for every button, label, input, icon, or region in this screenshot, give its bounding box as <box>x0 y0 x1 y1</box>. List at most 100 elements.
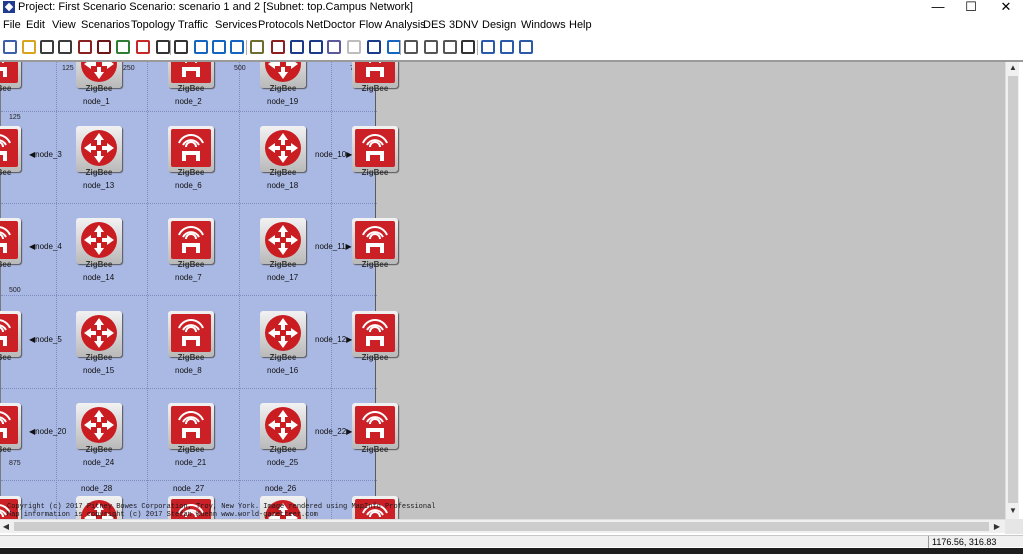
project-canvas[interactable]: 125 250 500 750 125 500 875 ZigBeenode_1… <box>0 62 435 519</box>
vertical-scrollbar[interactable]: ▲ ▼ <box>1005 62 1019 519</box>
subnet-icon[interactable] <box>327 40 341 54</box>
menu-flow-analysis[interactable]: Flow Analysis <box>359 19 426 31</box>
scale-label: 125 <box>62 65 74 72</box>
node-label: node_17 <box>267 273 299 282</box>
menu-traffic[interactable]: Traffic <box>178 19 208 31</box>
zigbee-router-node-17[interactable]: ZigBee <box>260 218 306 272</box>
scroll-right-arrow-icon[interactable]: ▶ <box>991 520 1003 533</box>
horizontal-scrollbar[interactable]: ◀ ▶ <box>0 519 1005 533</box>
import-ace-icon[interactable] <box>194 40 208 54</box>
check-links-icon[interactable] <box>97 40 111 54</box>
scroll-left-arrow-icon[interactable]: ◀ <box>0 520 12 533</box>
menu-file[interactable]: File <box>3 19 21 31</box>
zigbee-coordinator-edge-4[interactable]: ZigBee <box>0 403 21 457</box>
zigbee-coordinator-node-6[interactable]: ZigBee <box>168 126 214 180</box>
menu-design[interactable]: Design <box>482 19 516 31</box>
disabled-icon[interactable] <box>347 40 361 54</box>
open-icon[interactable] <box>22 40 36 54</box>
device-type-label: ZigBee <box>361 84 389 93</box>
menu-windows[interactable]: Windows <box>521 19 566 31</box>
new-project-icon[interactable] <box>3 40 17 54</box>
topology-icon[interactable] <box>309 40 323 54</box>
zoom-in-icon[interactable] <box>156 40 170 54</box>
device-type-label: ZigBee <box>177 84 205 93</box>
text-icon[interactable] <box>481 40 495 54</box>
zigbee-coordinator-edge-2[interactable]: ZigBee <box>0 218 21 272</box>
zigbee-coordinator-node-21[interactable]: ZigBee <box>168 403 214 457</box>
fail-node-icon[interactable] <box>116 40 130 54</box>
zigbee-router-node-19[interactable]: ZigBee <box>260 62 306 96</box>
menu-des[interactable]: DES <box>423 19 446 31</box>
device-type-label: ZigBee <box>0 84 12 93</box>
zigbee-coordinator-edge-1[interactable]: ZigBee <box>0 126 21 180</box>
node-label: node_2 <box>175 97 202 106</box>
run-des-icon[interactable] <box>250 40 264 54</box>
zigbee-coordinator-node-22[interactable]: ZigBee <box>352 403 398 457</box>
zoom-out-icon[interactable] <box>174 40 188 54</box>
device-type-label: ZigBee <box>177 168 205 177</box>
zigbee-router-node-16[interactable]: ZigBee <box>260 311 306 365</box>
menu-services[interactable]: Services <box>215 19 257 31</box>
maximize-button[interactable]: ☐ <box>956 0 986 15</box>
menu-bar: File Edit View Scenarios Topology Traffi… <box>0 18 1023 34</box>
menu-netdoctor[interactable]: NetDoctor <box>306 19 356 31</box>
minimize-button[interactable]: — <box>923 0 953 15</box>
node-label: node_6 <box>175 181 202 190</box>
zigbee-coordinator-node-8[interactable]: ZigBee <box>168 311 214 365</box>
scroll-up-arrow-icon[interactable]: ▲ <box>1006 62 1020 74</box>
logical-view-icon[interactable] <box>443 40 457 54</box>
router-icon <box>264 129 302 170</box>
zigbee-coordinator-node-12[interactable]: ZigBee <box>352 311 398 365</box>
zigbee-coordinator-node-10[interactable]: ZigBee <box>352 126 398 180</box>
object-palette-icon[interactable] <box>78 40 92 54</box>
zigbee-coordinator-node-2[interactable]: ZigBee <box>168 62 214 96</box>
zigbee-router-node-14[interactable]: ZigBee <box>76 218 122 272</box>
zigbee-router-node-1[interactable]: ZigBee <box>76 62 122 96</box>
grid-line <box>1 388 377 389</box>
zigbee-router-node-24[interactable]: ZigBee <box>76 403 122 457</box>
device-type-label: ZigBee <box>177 445 205 454</box>
grid-line <box>1 111 377 112</box>
zigbee-coordinator-edge-0[interactable]: ZigBee <box>0 62 21 96</box>
physical-view-icon[interactable] <box>461 40 475 54</box>
net-doctor-icon[interactable] <box>387 40 401 54</box>
overview-icon[interactable] <box>1005 519 1023 534</box>
configure-des-icon[interactable] <box>212 40 226 54</box>
zigbee-coordinator-node-11[interactable]: ZigBee <box>352 218 398 272</box>
coordinator-icon <box>355 406 395 447</box>
zigbee-router-node-13[interactable]: ZigBee <box>76 126 122 180</box>
close-button[interactable]: ✕ <box>991 0 1021 15</box>
vertical-scroll-thumb[interactable] <box>1008 76 1018 503</box>
menu-3dnv[interactable]: 3DNV <box>449 19 478 31</box>
menu-protocols[interactable]: Protocols <box>258 19 304 31</box>
menu-topology[interactable]: Topology <box>131 19 175 31</box>
print-icon[interactable] <box>58 40 72 54</box>
zigbee-coordinator-node-top_right[interactable]: ZigBee <box>352 62 398 96</box>
scale-label: 875 <box>9 460 21 467</box>
model-icon[interactable] <box>424 40 438 54</box>
menu-edit[interactable]: Edit <box>26 19 45 31</box>
save-icon[interactable] <box>40 40 54 54</box>
taskbar <box>0 548 1023 554</box>
recover-node-icon[interactable] <box>136 40 150 54</box>
zigbee-coordinator-edge-3[interactable]: ZigBee <box>0 311 21 365</box>
device-type-label: ZigBee <box>269 445 297 454</box>
report-icon[interactable] <box>404 40 418 54</box>
zigbee-router-node-18[interactable]: ZigBee <box>260 126 306 180</box>
shortest-path-icon[interactable] <box>271 40 285 54</box>
menu-view[interactable]: View <box>52 19 76 31</box>
scroll-down-arrow-icon[interactable]: ▼ <box>1006 505 1020 517</box>
router-icon <box>80 62 118 86</box>
view-results-icon[interactable] <box>230 40 244 54</box>
horizontal-scroll-thumb[interactable] <box>14 522 989 531</box>
zigbee-router-node-15[interactable]: ZigBee <box>76 311 122 365</box>
node-label: node_15 <box>83 366 115 375</box>
configure-icon[interactable] <box>500 40 514 54</box>
mesh-icon[interactable] <box>519 40 533 54</box>
zigbee-coordinator-node-7[interactable]: ZigBee <box>168 218 214 272</box>
menu-scenarios[interactable]: Scenarios <box>81 19 130 31</box>
annotation-icon[interactable] <box>290 40 304 54</box>
zigbee-router-node-25[interactable]: ZigBee <box>260 403 306 457</box>
menu-help[interactable]: Help <box>569 19 592 31</box>
link-icon[interactable] <box>367 40 381 54</box>
